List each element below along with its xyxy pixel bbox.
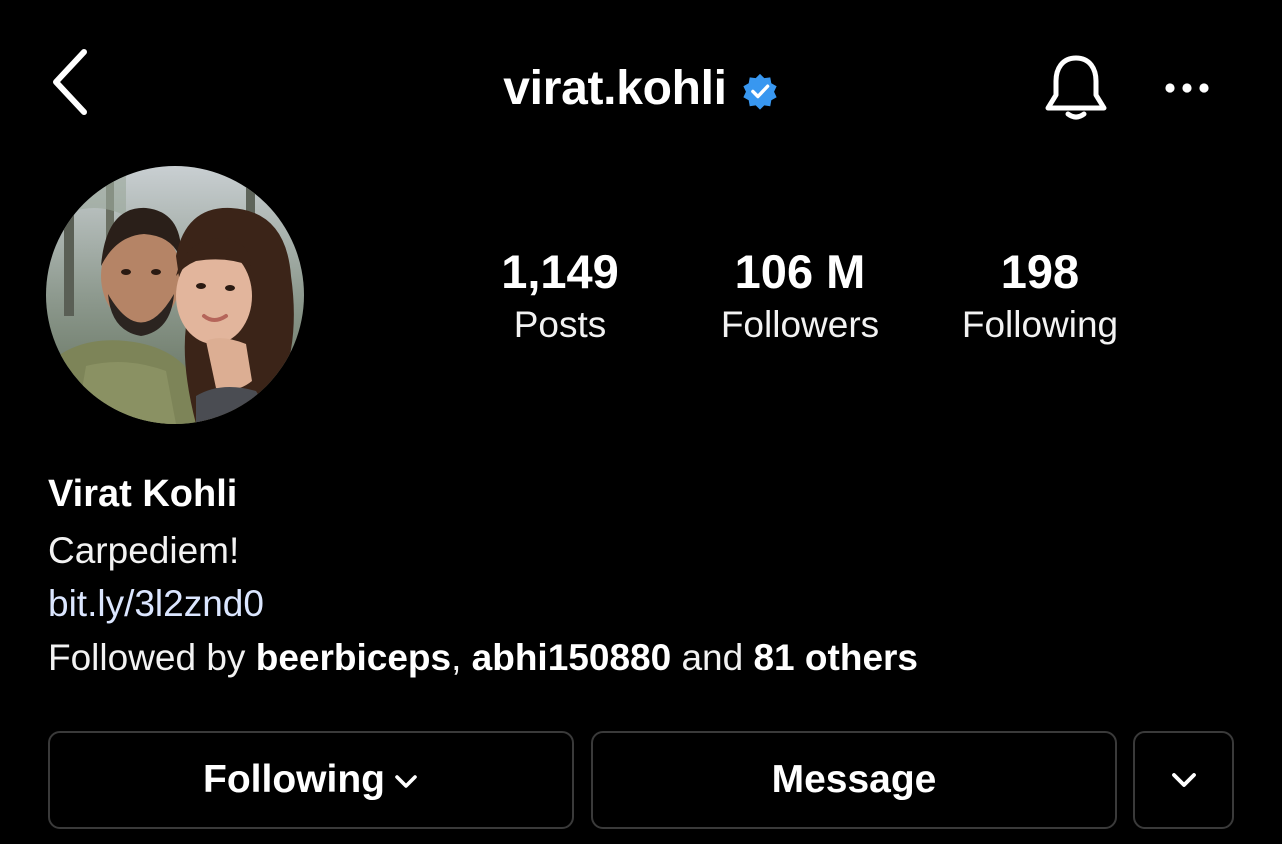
suggested-accounts-button[interactable]: [1133, 731, 1234, 829]
followed-by-separator: ,: [451, 637, 472, 678]
bio-text: Carpediem!: [48, 530, 240, 571]
display-name: Virat Kohli: [48, 473, 238, 515]
stat-followers[interactable]: 106 M Followers: [690, 242, 910, 348]
following-button[interactable]: Following: [48, 731, 574, 829]
posts-label: Posts: [513, 304, 607, 345]
profile-photo: [46, 166, 304, 424]
followed-by-text[interactable]: Followed by beerbiceps, abhi150880 and 8…: [48, 634, 918, 682]
profile-avatar[interactable]: [46, 166, 304, 424]
following-count: 198: [1000, 245, 1080, 298]
chevron-down-icon: [1171, 773, 1196, 787]
followed-by-user-1[interactable]: beerbiceps: [256, 637, 451, 678]
more-options-button[interactable]: [1160, 70, 1216, 106]
followed-by-prefix: Followed by: [48, 637, 256, 678]
bio-link[interactable]: bit.ly/3l2znd0: [48, 580, 264, 628]
message-button-label: Message: [771, 758, 937, 801]
chevron-left-icon: [53, 49, 87, 115]
followed-by-user-2[interactable]: abhi150880: [472, 637, 672, 678]
followers-count: 106 M: [734, 245, 866, 298]
back-button[interactable]: [44, 44, 100, 120]
stat-following[interactable]: 198 Following: [930, 242, 1150, 348]
chevron-down-icon: [395, 775, 417, 788]
more-horizontal-icon: [1165, 83, 1209, 93]
verified-badge-icon: [743, 73, 777, 110]
stat-posts[interactable]: 1,149 Posts: [450, 242, 670, 348]
followers-label: Followers: [720, 304, 880, 345]
following-label: Following: [961, 304, 1119, 345]
username-title: virat.kohli: [503, 61, 727, 115]
following-button-label: Following: [203, 758, 385, 801]
notifications-button[interactable]: [1040, 50, 1112, 126]
bell-icon: [1045, 55, 1107, 120]
followed-by-others[interactable]: 81 others: [753, 637, 918, 678]
followed-by-conjunction: and: [671, 637, 754, 678]
posts-count: 1,149: [501, 245, 619, 298]
message-button[interactable]: Message: [591, 731, 1117, 829]
